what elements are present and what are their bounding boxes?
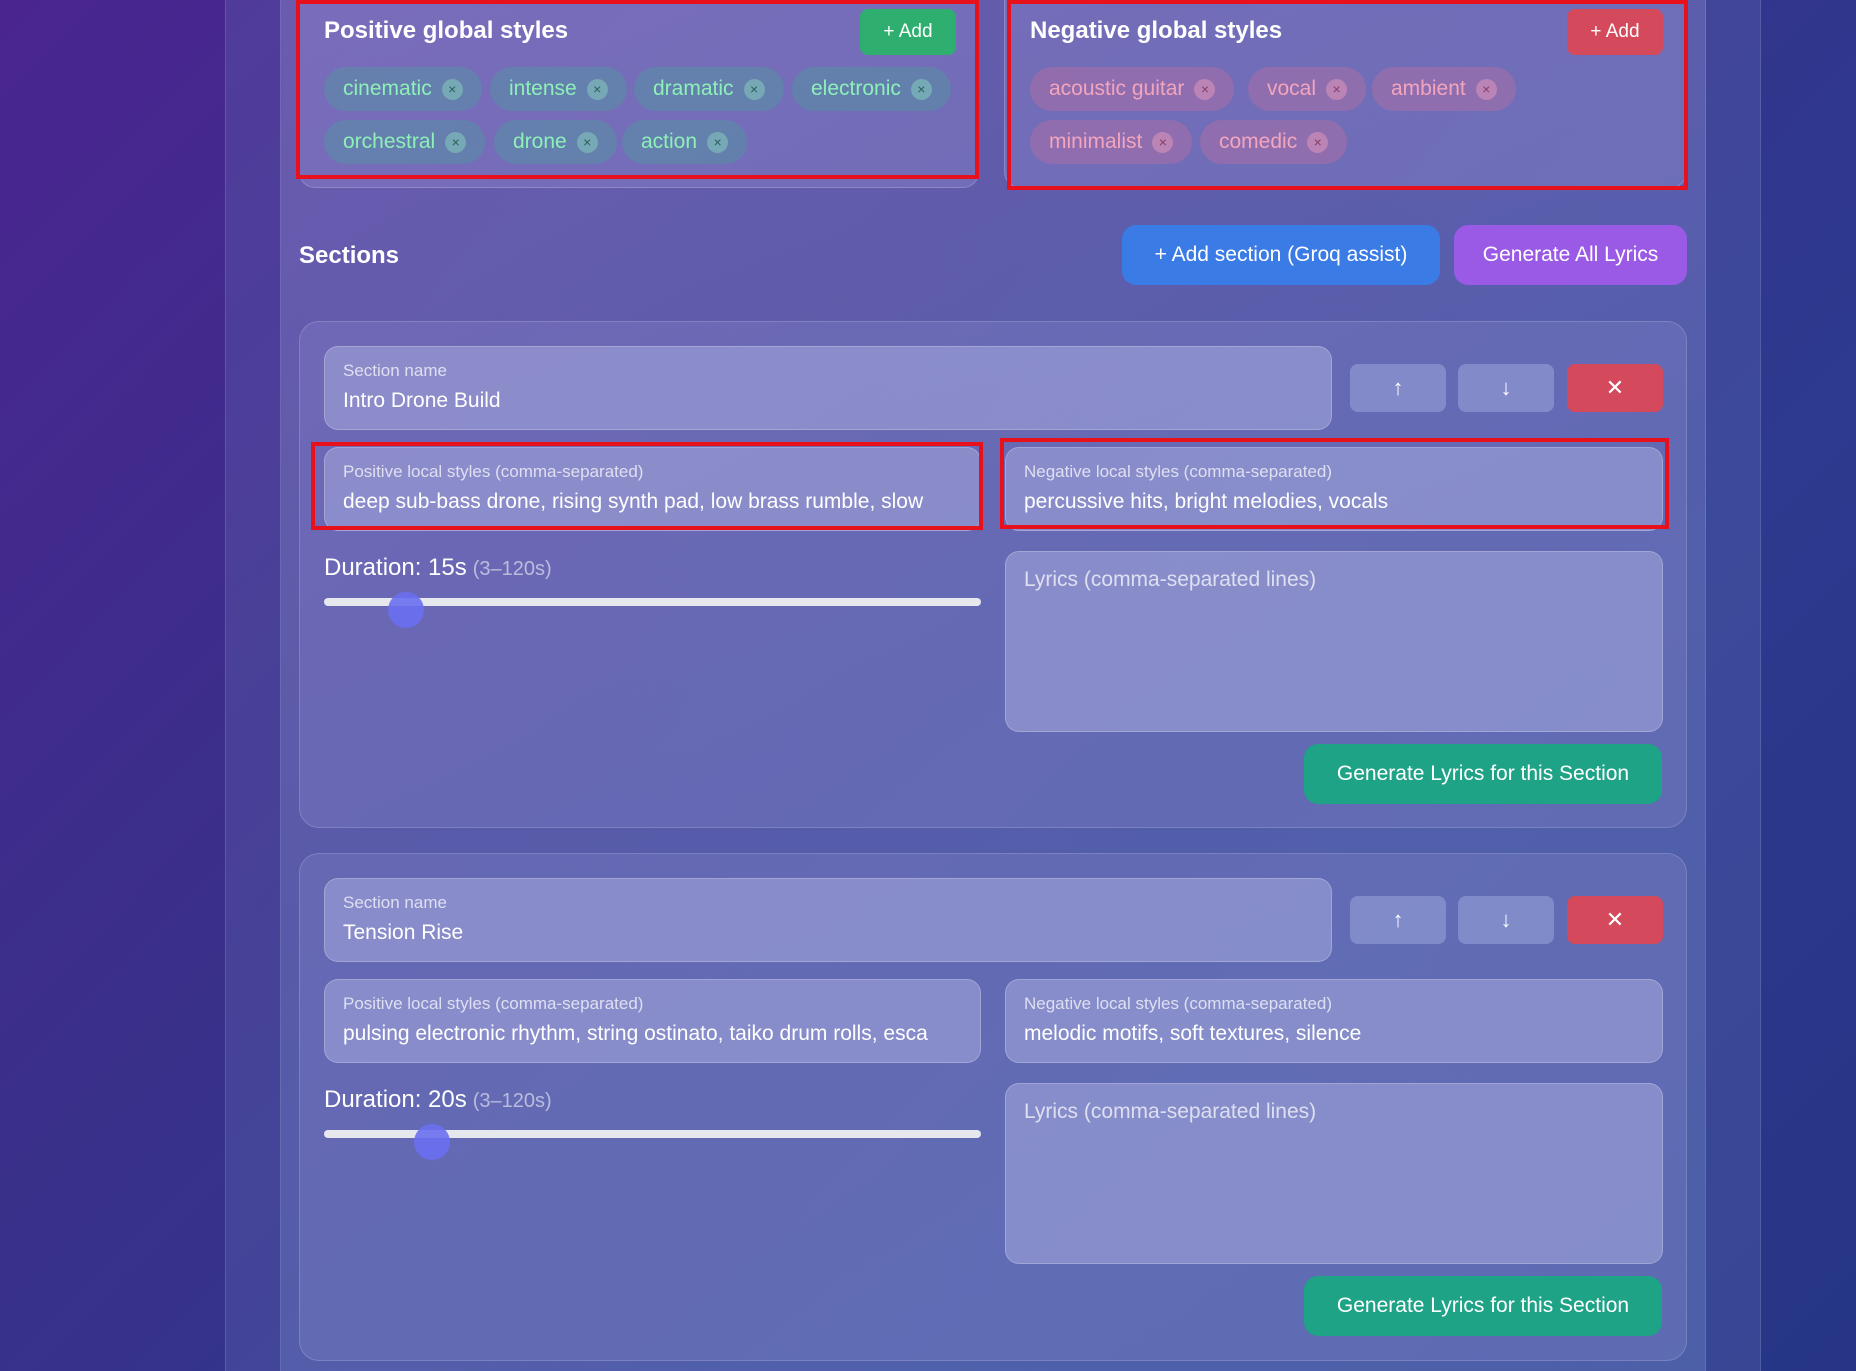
negative-chip: minimalist × (1030, 120, 1193, 164)
positive-global-styles-title: Positive global styles (324, 17, 569, 44)
duration-label: Duration: 15s (3–120s) (324, 554, 552, 582)
negative-chip: ambient × (1372, 67, 1516, 111)
move-up-button[interactable]: ↑ (1350, 896, 1446, 944)
remove-chip-icon[interactable]: × (586, 78, 608, 100)
chip-label: action (641, 130, 698, 153)
generate-lyrics-section-button[interactable]: Generate Lyrics for this Section (1304, 744, 1662, 804)
positive-chip: action × (622, 120, 748, 164)
remove-chip-icon[interactable]: × (1194, 78, 1216, 100)
chip-label: drone (513, 130, 567, 153)
positive-local-styles-input[interactable]: Positive local styles (comma-separated) … (324, 979, 981, 1063)
negative-local-styles-label: Negative local styles (comma-separated) (1024, 994, 1333, 1013)
positive-local-styles-label: Positive local styles (comma-separated) (343, 462, 644, 481)
remove-chip-icon[interactable]: × (1152, 131, 1174, 153)
arrow-up-icon: ↑ (1392, 375, 1404, 400)
sections-title: Sections (299, 242, 400, 269)
lyrics-textarea[interactable]: Lyrics (comma-separated lines) (1005, 1083, 1663, 1264)
lyrics-placeholder: Lyrics (comma-separated lines) (1024, 1100, 1317, 1123)
chip-label: comedic (1219, 130, 1298, 153)
remove-chip-icon[interactable]: × (707, 131, 729, 153)
move-up-button[interactable]: ↑ (1350, 364, 1446, 412)
remove-chip-icon[interactable]: × (1326, 78, 1348, 100)
chip-label: acoustic guitar (1049, 77, 1185, 100)
duration-slider-thumb[interactable] (388, 592, 424, 628)
negative-global-styles-title: Negative global styles (1030, 17, 1283, 44)
positive-local-styles-value: deep sub-bass drone, rising synth pad, l… (343, 490, 924, 513)
chip-label: ambient (1391, 77, 1466, 100)
remove-chip-icon[interactable]: × (910, 78, 932, 100)
duration-range: (3–120s) (472, 558, 552, 580)
arrow-down-icon: ↓ (1500, 907, 1512, 932)
chip-label: vocal (1267, 77, 1317, 100)
duration-slider-thumb[interactable] (414, 1124, 450, 1160)
add-section-button[interactable]: + Add section (Groq assist) (1122, 225, 1440, 285)
positive-local-styles-input[interactable]: Positive local styles (comma-separated) … (324, 447, 981, 531)
remove-chip-icon[interactable]: × (445, 131, 467, 153)
remove-chip-icon[interactable]: × (743, 78, 765, 100)
chip-label: intense (509, 77, 577, 100)
chip-label: orchestral (343, 130, 436, 153)
negative-local-styles-value: percussive hits, bright melodies, vocals (1024, 490, 1389, 513)
duration-label: Duration: 20s (3–120s) (324, 1086, 552, 1114)
negative-chip: comedic × (1200, 120, 1348, 164)
duration-range: (3–120s) (472, 1090, 552, 1112)
negative-local-styles-input[interactable]: Negative local styles (comma-separated) … (1005, 447, 1663, 531)
section-name-label: Section name (343, 361, 447, 380)
chip-label: dramatic (653, 77, 734, 100)
positive-chip: cinematic × (324, 67, 482, 111)
lyrics-placeholder: Lyrics (comma-separated lines) (1024, 568, 1317, 591)
lyrics-textarea[interactable]: Lyrics (comma-separated lines) (1005, 551, 1663, 732)
section-name-label: Section name (343, 893, 447, 912)
positive-local-styles-label: Positive local styles (comma-separated) (343, 994, 644, 1013)
section-name-input[interactable]: Section name Tension Rise (324, 878, 1332, 962)
move-down-button[interactable]: ↓ (1458, 896, 1554, 944)
remove-chip-icon[interactable]: × (576, 131, 598, 153)
section-name-value: Intro Drone Build (343, 389, 501, 412)
negative-chip: vocal × (1248, 67, 1367, 111)
generate-all-lyrics-button[interactable]: Generate All Lyrics (1454, 225, 1687, 285)
positive-chip: orchestral × (324, 120, 486, 164)
remove-chip-icon[interactable]: × (1307, 131, 1329, 153)
chip-label: minimalist (1049, 130, 1143, 153)
section-name-value: Tension Rise (343, 921, 464, 944)
remove-chip-icon[interactable]: × (441, 78, 463, 100)
add-positive-style-button[interactable]: + Add (860, 9, 956, 55)
positive-chip: intense × (490, 67, 627, 111)
chip-label: electronic (811, 77, 901, 100)
positive-chip: drone × (494, 120, 617, 164)
positive-chip: dramatic × (634, 67, 784, 111)
chip-label: cinematic (343, 77, 432, 100)
section-name-input[interactable]: Section name Intro Drone Build (324, 346, 1332, 430)
negative-local-styles-value: melodic motifs, soft textures, silence (1024, 1022, 1362, 1045)
move-down-button[interactable]: ↓ (1458, 364, 1554, 412)
arrow-down-icon: ↓ (1500, 375, 1512, 400)
duration-value: Duration: 15s (324, 554, 467, 581)
delete-section-button[interactable]: ✕ (1567, 896, 1663, 944)
positive-chip: electronic × (792, 67, 951, 111)
add-negative-style-button[interactable]: + Add (1567, 9, 1663, 55)
positive-local-styles-value: pulsing electronic rhythm, string ostina… (343, 1022, 928, 1045)
arrow-up-icon: ↑ (1392, 907, 1404, 932)
remove-chip-icon[interactable]: × (1475, 78, 1497, 100)
negative-local-styles-input[interactable]: Negative local styles (comma-separated) … (1005, 979, 1663, 1063)
delete-section-button[interactable]: ✕ (1567, 364, 1663, 412)
negative-chip: acoustic guitar × (1030, 67, 1235, 111)
close-icon: ✕ (1605, 907, 1625, 932)
negative-local-styles-label: Negative local styles (comma-separated) (1024, 462, 1333, 481)
generate-lyrics-section-button[interactable]: Generate Lyrics for this Section (1304, 1276, 1662, 1336)
duration-value: Duration: 20s (324, 1086, 467, 1113)
close-icon: ✕ (1605, 375, 1625, 400)
